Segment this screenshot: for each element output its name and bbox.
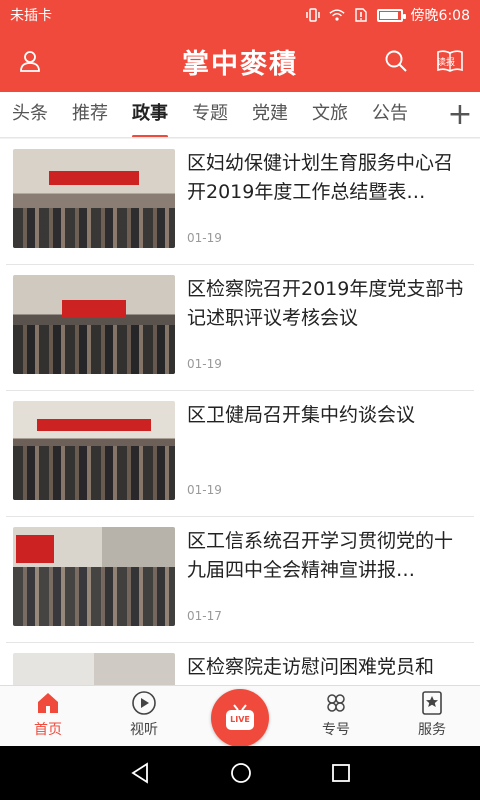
tab-topics[interactable]: 专题 [180,92,240,137]
news-list[interactable]: 区妇幼保健计划生育服务中心召开2019年度工作总结暨表… 01-19 区检察院召… [0,139,480,685]
news-title: 区检察院走访慰问困难党员和 [187,656,435,678]
news-title: 区卫健局召开集中约谈会议 [187,404,416,426]
news-thumbnail [13,653,175,685]
star-bookmark-icon [422,691,442,715]
news-date: 01-19 [187,357,222,371]
app-header: 掌中麥積 读报 [0,30,480,92]
newspaper-button[interactable]: 读报 [434,45,466,77]
tab-party-building[interactable]: 党建 [240,92,300,137]
list-item[interactable]: 区检察院召开2019年度党支部书记述职评议考核会议 01-19 [6,265,474,391]
news-date: 01-17 [187,609,222,623]
news-title: 区检察院召开2019年度党支部书记述职评议考核会议 [187,278,464,329]
list-item[interactable]: 区妇幼保健计划生育服务中心召开2019年度工作总结暨表… 01-19 [6,139,474,265]
play-icon [132,691,156,715]
nav-channels-label: 专号 [322,722,350,738]
tab-notices[interactable]: 公告 [360,92,420,137]
news-date: 01-19 [187,483,222,497]
news-title: 区工信系统召开学习贯彻党的十九届四中全会精神宣讲报… [187,530,454,581]
clock-text: 傍晚6:08 [410,8,470,24]
nav-home[interactable]: 首页 [0,686,96,746]
search-icon [385,50,407,72]
nav-services-label: 服务 [418,722,446,738]
live-button[interactable]: LIVE [211,689,269,747]
recents-icon[interactable] [331,763,351,783]
home-circle-icon[interactable] [230,762,252,784]
plus-icon: + [447,97,473,132]
nav-services[interactable]: 服务 [384,686,480,746]
news-thumbnail [13,149,175,248]
carrier-text: 未插卡 [10,8,52,24]
tab-headlines[interactable]: 头条 [0,92,60,137]
news-thumbnail [13,401,175,500]
user-button[interactable] [14,45,46,77]
system-nav-bar [0,746,480,800]
news-thumbnail [13,275,175,374]
wifi-icon [328,9,345,21]
category-tabs: 头条 推荐 政事 专题 党建 文旅 公告 + [0,92,480,138]
tab-politics[interactable]: 政事 [120,92,180,137]
tab-recommended[interactable]: 推荐 [60,92,120,137]
home-icon [38,693,58,713]
flower-icon [327,694,345,712]
back-icon[interactable] [129,762,151,784]
news-thumbnail [13,527,175,626]
sim-alert-icon [354,8,367,22]
tab-culture-tourism[interactable]: 文旅 [300,92,360,137]
list-item[interactable]: 区卫健局召开集中约谈会议 01-19 [6,391,474,517]
nav-home-label: 首页 [34,722,62,738]
status-bar: 未插卡 傍晚6:08 [0,0,480,30]
nav-video[interactable]: 视听 [96,686,192,746]
news-date: 01-19 [187,231,222,245]
list-item[interactable]: 区工信系统召开学习贯彻党的十九届四中全会精神宣讲报… 01-17 [6,517,474,643]
vibrate-icon [305,8,320,22]
newspaper-badge-text: 读报 [437,58,456,68]
news-title: 区妇幼保健计划生育服务中心召开2019年度工作总结暨表… [187,152,454,203]
live-badge-text: LIVE [230,715,250,724]
add-tab-button[interactable]: + [440,92,480,137]
battery-icon [376,8,406,22]
nav-channels[interactable]: 专号 [288,686,384,746]
nav-video-label: 视听 [130,722,158,738]
search-button[interactable] [380,45,412,77]
user-icon [20,51,40,72]
list-item[interactable]: 区检察院走访慰问困难党员和 [6,643,474,685]
